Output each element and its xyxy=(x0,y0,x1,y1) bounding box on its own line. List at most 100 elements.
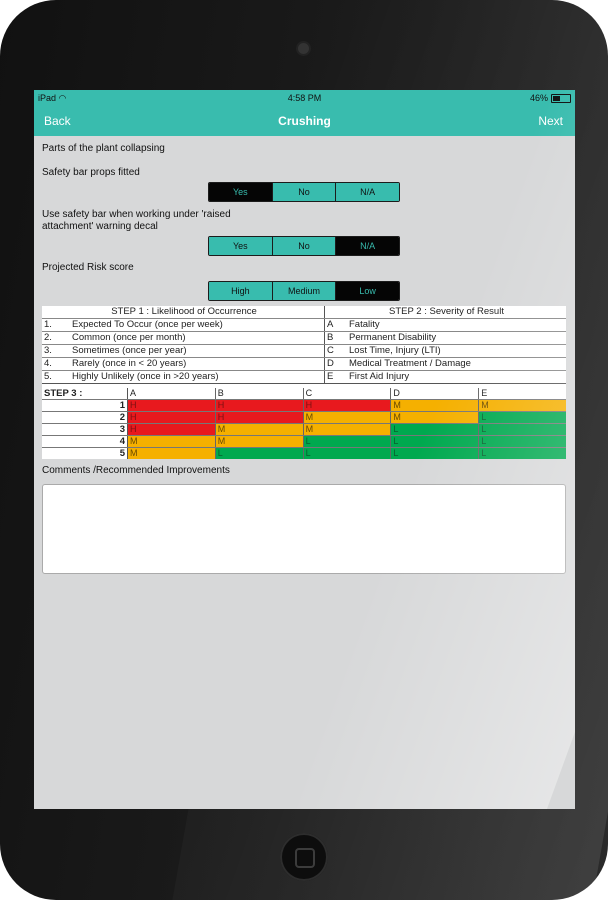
navigation-bar: Back Crushing Next xyxy=(34,106,575,136)
risk-cell: L xyxy=(479,424,566,435)
column-header: D xyxy=(391,388,480,399)
risk-cell: L xyxy=(303,436,392,447)
row-number: 1 xyxy=(42,400,128,411)
risk-grid: STEP 3 : A B C D E 1 H H H M M 2 H H M M… xyxy=(42,388,566,459)
risk-cell: L xyxy=(391,448,480,459)
risk-cell: H xyxy=(128,424,216,435)
row-number: 2 xyxy=(42,412,128,423)
step1-title: STEP 1 : Likelihood of Occurrence xyxy=(42,306,325,318)
risk-grid-row: 1 H H H M M xyxy=(42,399,566,411)
app-screen: iPad ◠ 4:58 PM 46% Back Crushing Next Pa… xyxy=(34,90,575,809)
risk-cell: M xyxy=(479,400,566,411)
likelihood-severity-table: STEP 1 : Likelihood of Occurrence STEP 2… xyxy=(42,306,566,384)
battery-indicator: 46% xyxy=(530,93,571,103)
battery-percent: 46% xyxy=(529,93,548,103)
risk-cell: L xyxy=(391,436,480,447)
status-time: 4:58 PM xyxy=(287,93,322,103)
q1-segmented-control: Yes No N/A xyxy=(208,182,400,202)
risk-cell: M xyxy=(303,412,392,423)
risk-cell: L xyxy=(391,424,480,435)
camera-icon xyxy=(298,43,309,54)
column-header: A xyxy=(128,388,216,399)
risk-cell: L xyxy=(479,448,566,459)
severity-text: Fatality xyxy=(349,319,380,330)
risk-grid-row: 3 H M M L L xyxy=(42,423,566,435)
status-bar: iPad ◠ 4:58 PM 46% xyxy=(34,90,575,106)
risk-grid-row: 5 M L L L L xyxy=(42,447,566,459)
next-button[interactable]: Next xyxy=(538,114,563,128)
risk-cell: H xyxy=(215,412,304,423)
home-button[interactable] xyxy=(280,833,328,881)
risk-cell: M xyxy=(128,436,216,447)
risk-cell: M xyxy=(391,412,480,423)
table-row: 2. Common (once per month) B Permanent Dis… xyxy=(42,331,566,344)
risk-cell: L xyxy=(479,412,566,423)
risk-option-medium[interactable]: Medium xyxy=(272,282,337,300)
risk-cell: M xyxy=(128,448,216,459)
step2-title: STEP 2 : Severity of Result xyxy=(389,306,504,317)
risk-grid-row: 2 H H M M L xyxy=(42,411,566,423)
risk-cell: H xyxy=(303,400,392,411)
table-row: 1. Expected To Occur (once per week) A Fat… xyxy=(42,318,566,331)
risk-cell: H xyxy=(128,400,216,411)
severity-key: D xyxy=(327,358,334,369)
battery-icon xyxy=(551,93,571,103)
risk-cell: H xyxy=(128,412,216,423)
risk-cell: L xyxy=(215,448,304,459)
risk-grid-header: STEP 3 : A B C D E xyxy=(42,388,566,399)
home-icon xyxy=(295,848,315,868)
q2-option-na[interactable]: N/A xyxy=(336,237,399,255)
likelihood-text: Highly Unlikely (once in >20 years) xyxy=(72,371,219,382)
severity-key: E xyxy=(327,371,334,382)
comments-label: Comments /Recommended Improvements xyxy=(42,465,230,476)
likelihood-num: 5. xyxy=(44,371,52,382)
likelihood-num: 1. xyxy=(44,319,52,330)
likelihood-text: Rarely (once in < 20 years) xyxy=(72,358,187,369)
risk-cell: L xyxy=(303,448,392,459)
q1-option-yes[interactable]: Yes xyxy=(209,183,273,201)
risk-cell: L xyxy=(479,436,566,447)
risk-score-segmented-control: High Medium Low xyxy=(208,281,400,301)
severity-text: First Aid Injury xyxy=(349,371,410,382)
table-row: 4. Rarely (once in < 20 years) D Medical T… xyxy=(42,357,566,370)
risk-cell: M xyxy=(215,436,304,447)
risk-cell: H xyxy=(215,400,304,411)
severity-key: A xyxy=(327,319,334,330)
severity-text: Medical Treatment / Damage xyxy=(349,358,471,369)
q2-option-yes[interactable]: Yes xyxy=(209,237,273,255)
row-number: 5 xyxy=(42,448,128,459)
q1-label: Safety bar props fitted xyxy=(42,167,140,178)
table-row: 3. Sometimes (once per year) C Lost Time, … xyxy=(42,344,566,357)
q2-segmented-control: Yes No N/A xyxy=(208,236,400,256)
row-number: 4 xyxy=(42,436,128,447)
likelihood-num: 2. xyxy=(44,332,52,343)
severity-key: C xyxy=(327,345,334,356)
severity-key: B xyxy=(327,332,334,343)
risk-grid-row: 4 M M L L L xyxy=(42,435,566,447)
table-row: 5. Highly Unlikely (once in >20 years) E F… xyxy=(42,370,566,383)
risk-cell: M xyxy=(215,424,304,435)
q2-label: Use safety bar when working under 'raise… xyxy=(42,209,231,233)
table-header-row: STEP 1 : Likelihood of Occurrence STEP 2… xyxy=(42,306,566,318)
q2-option-no[interactable]: No xyxy=(272,237,337,255)
q1-option-na[interactable]: N/A xyxy=(336,183,399,201)
q1-option-no[interactable]: No xyxy=(272,183,337,201)
risk-matrix-image: STEP 1 : Likelihood of Occurrence STEP 2… xyxy=(42,306,566,459)
severity-text: Lost Time, Injury (LTI) xyxy=(349,345,441,356)
step3-title: STEP 3 : xyxy=(42,388,128,399)
q2-label-line2: attachment' warning decal xyxy=(42,221,158,232)
comments-textarea[interactable] xyxy=(42,484,566,574)
likelihood-text: Expected To Occur (once per week) xyxy=(72,319,223,330)
row-number: 3 xyxy=(42,424,128,435)
likelihood-text: Sometimes (once per year) xyxy=(72,345,187,356)
risk-option-low[interactable]: Low xyxy=(336,282,399,300)
column-header: E xyxy=(479,388,566,399)
column-header: C xyxy=(303,388,392,399)
risk-option-high[interactable]: High xyxy=(209,282,273,300)
q3-label: Projected Risk score xyxy=(42,262,134,273)
likelihood-num: 3. xyxy=(44,345,52,356)
severity-text: Permanent Disability xyxy=(349,332,437,343)
risk-cell: M xyxy=(391,400,480,411)
page-title: Crushing xyxy=(278,114,331,128)
ipad-frame: iPad ◠ 4:58 PM 46% Back Crushing Next Pa… xyxy=(0,0,608,900)
